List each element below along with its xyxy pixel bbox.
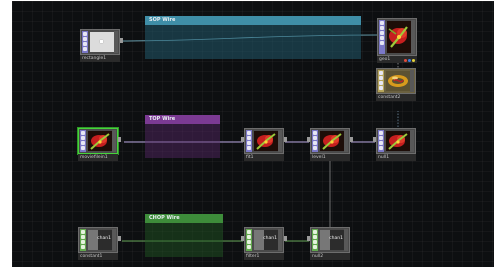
channel-name: chan1 bbox=[97, 236, 111, 241]
node-filter1[interactable]: chan1 filter1 bbox=[241, 227, 287, 260]
node-side-bar bbox=[344, 130, 348, 152]
node-flag-strip[interactable] bbox=[246, 229, 252, 251]
node-label: null1 bbox=[376, 154, 416, 161]
node-label: rectangle1 bbox=[80, 55, 120, 62]
output-connector[interactable] bbox=[350, 137, 353, 142]
node-flag-strip[interactable] bbox=[312, 229, 318, 251]
flower-image-icon bbox=[254, 131, 278, 151]
node-flag-strip[interactable] bbox=[378, 130, 384, 152]
channel-name: chan1 bbox=[329, 236, 343, 241]
input-connector[interactable] bbox=[373, 137, 376, 142]
node-side-bar bbox=[344, 229, 348, 251]
network-editor-canvas[interactable]: SOP Wire TOP Wire CHOP Wire rectangle1 g… bbox=[12, 1, 494, 267]
node-frame bbox=[244, 128, 284, 154]
render-flag-icons[interactable] bbox=[403, 58, 415, 63]
node-frame bbox=[78, 128, 118, 154]
node-viewer bbox=[88, 131, 112, 151]
node-label: filter1 bbox=[244, 253, 284, 260]
flower-image-icon bbox=[88, 131, 112, 151]
node-viewer bbox=[387, 21, 411, 53]
output-connector[interactable] bbox=[118, 236, 121, 241]
node-side-bar bbox=[278, 130, 282, 152]
node-rectangle1[interactable]: rectangle1 bbox=[80, 29, 123, 62]
node-frame bbox=[310, 128, 350, 154]
node-side-bar bbox=[112, 130, 116, 152]
node-label: level1 bbox=[310, 154, 350, 161]
node-viewer bbox=[320, 131, 344, 151]
node-side-bar bbox=[114, 31, 118, 53]
top-wire-annotation[interactable]: TOP Wire bbox=[145, 115, 220, 158]
node-frame: chan1 bbox=[244, 227, 284, 253]
node-label: constant2 bbox=[376, 94, 416, 101]
output-connector[interactable] bbox=[284, 137, 287, 142]
node-viewer bbox=[254, 131, 278, 151]
output-connector[interactable] bbox=[118, 137, 121, 142]
node-flag-strip[interactable] bbox=[246, 130, 252, 152]
node-flag-strip[interactable] bbox=[379, 20, 385, 54]
sop-wire-annotation-title: SOP Wire bbox=[145, 16, 361, 25]
node-frame bbox=[376, 68, 416, 94]
node-side-bar bbox=[112, 229, 116, 251]
flower-image-icon bbox=[387, 21, 411, 53]
node-flag-strip[interactable] bbox=[82, 31, 88, 53]
node-frame: chan1 bbox=[310, 227, 350, 253]
output-connector[interactable] bbox=[284, 236, 287, 241]
node-viewer: chan1 bbox=[320, 230, 344, 250]
input-connector[interactable] bbox=[241, 236, 244, 241]
node-label-text: geo1 bbox=[379, 57, 391, 62]
node-frame bbox=[376, 128, 416, 154]
node-moviefilein1[interactable]: moviefilein1 bbox=[78, 128, 121, 161]
flower-image-icon bbox=[320, 131, 344, 151]
node-side-bar bbox=[411, 20, 415, 54]
node-label: geo1 bbox=[377, 56, 417, 63]
node-frame bbox=[80, 29, 120, 55]
node-label: fit1 bbox=[244, 154, 284, 161]
node-label: constant1 bbox=[78, 253, 118, 260]
node-flag-strip[interactable] bbox=[80, 229, 86, 251]
node-constant2[interactable]: constant2 bbox=[376, 68, 416, 101]
node-viewer bbox=[386, 71, 410, 91]
sop-wire-annotation[interactable]: SOP Wire bbox=[145, 16, 361, 59]
node-flag-strip[interactable] bbox=[80, 130, 86, 152]
top-wire-annotation-body bbox=[145, 124, 220, 158]
chop-wire-annotation[interactable]: CHOP Wire bbox=[145, 214, 223, 257]
node-side-bar bbox=[410, 130, 414, 152]
chop-wire-annotation-body bbox=[145, 223, 223, 257]
channel-name: chan1 bbox=[263, 236, 277, 241]
node-level1[interactable]: level1 bbox=[307, 128, 353, 161]
node-label: null2 bbox=[310, 253, 350, 260]
node-side-bar bbox=[410, 70, 414, 92]
input-connector[interactable] bbox=[241, 137, 244, 142]
node-fit1[interactable]: fit1 bbox=[241, 128, 287, 161]
output-connector[interactable] bbox=[120, 38, 123, 43]
node-viewer bbox=[90, 32, 114, 52]
node-flag-strip[interactable] bbox=[312, 130, 318, 152]
node-null2[interactable]: chan1 null2 bbox=[307, 227, 350, 260]
rectangle-preview-icon bbox=[100, 40, 103, 43]
node-frame bbox=[377, 18, 417, 56]
chop-wire-annotation-title: CHOP Wire bbox=[145, 214, 223, 223]
input-connector[interactable] bbox=[307, 236, 310, 241]
node-null1[interactable]: null1 bbox=[373, 128, 416, 161]
node-constant1[interactable]: chan1 constant1 bbox=[78, 227, 121, 260]
node-flag-strip[interactable] bbox=[378, 70, 384, 92]
node-viewer: chan1 bbox=[254, 230, 278, 250]
sop-wire-annotation-body bbox=[145, 25, 361, 59]
flower-image-icon bbox=[386, 131, 410, 151]
node-side-bar bbox=[278, 229, 282, 251]
node-frame: chan1 bbox=[78, 227, 118, 253]
node-viewer: chan1 bbox=[88, 230, 112, 250]
top-wire-annotation-title: TOP Wire bbox=[145, 115, 220, 124]
node-label: moviefilein1 bbox=[78, 154, 118, 161]
material-sphere-icon bbox=[386, 71, 410, 91]
node-viewer bbox=[386, 131, 410, 151]
input-connector[interactable] bbox=[307, 137, 310, 142]
node-geo1[interactable]: geo1 bbox=[377, 18, 417, 63]
